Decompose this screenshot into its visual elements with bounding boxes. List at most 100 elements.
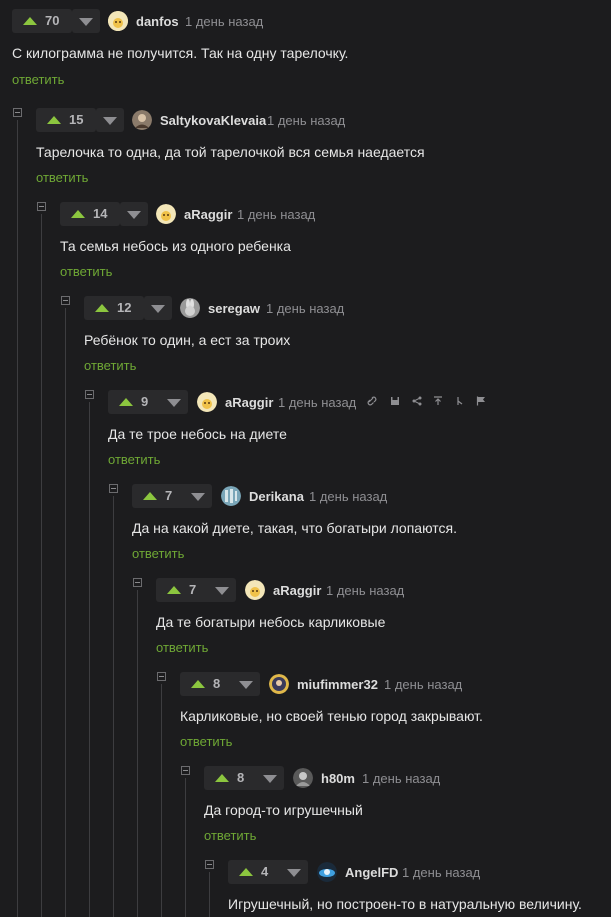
score: 14	[93, 206, 108, 221]
reply-link[interactable]: ответить	[180, 734, 232, 749]
reply-link[interactable]: ответить	[60, 264, 112, 279]
collapse-toggle[interactable]	[181, 766, 190, 775]
timestamp: 1 день назад	[362, 771, 441, 786]
username[interactable]: Derikana	[249, 489, 304, 504]
comment-text: Карликовые, но своей тенью город закрыва…	[180, 708, 483, 724]
upvote-arrow-icon[interactable]	[239, 868, 253, 876]
score: 9	[141, 394, 149, 409]
upvote-control: 8	[180, 672, 240, 696]
downvote-button[interactable]	[232, 672, 260, 696]
upvote-arrow-icon[interactable]	[119, 398, 133, 406]
share-icon[interactable]	[412, 396, 422, 406]
upvote-arrow-icon[interactable]	[47, 116, 61, 124]
avatar[interactable]	[293, 768, 313, 788]
upvote-arrow-icon[interactable]	[95, 304, 109, 312]
timestamp: 1 день назад	[266, 301, 345, 316]
collapse-toggle[interactable]	[85, 390, 94, 399]
collapse-toggle[interactable]	[61, 296, 70, 305]
timestamp: 1 день назад	[185, 14, 264, 29]
username[interactable]: aRaggir	[225, 395, 273, 410]
thread-line	[161, 684, 162, 917]
save-icon[interactable]	[390, 396, 400, 406]
upvote-control: 70	[12, 9, 72, 33]
avatar[interactable]	[221, 486, 241, 506]
avatar[interactable]	[156, 204, 176, 224]
thread-line	[185, 778, 186, 917]
upvote-control: 4	[228, 860, 288, 884]
downvote-button[interactable]	[120, 202, 148, 226]
collapse-toggle[interactable]	[205, 860, 214, 869]
comment-text: Тарелочка то одна, да той тарелочкой вся…	[36, 144, 425, 160]
thread-line	[209, 872, 210, 917]
collapse-toggle[interactable]	[109, 484, 118, 493]
collapse-toggle[interactable]	[133, 578, 142, 587]
upvote-arrow-icon[interactable]	[191, 680, 205, 688]
upvote-control: 7	[132, 484, 192, 508]
username[interactable]: h80m	[321, 771, 355, 786]
downvote-button[interactable]	[160, 390, 188, 414]
collapse-toggle[interactable]	[13, 108, 22, 117]
downvote-button[interactable]	[96, 108, 124, 132]
comment-text: Ребёнок то один, а ест за троих	[84, 332, 291, 348]
upvote-arrow-icon[interactable]	[71, 210, 85, 218]
comment-text: Игрушечный, но построен-то в натуральную…	[228, 896, 582, 912]
comment-text: С килограмма не получится. Так на одну т…	[12, 45, 349, 61]
timestamp: 1 день назад	[402, 865, 481, 880]
downvote-button[interactable]	[256, 766, 284, 790]
thread-line	[89, 402, 90, 917]
upvote-control: 14	[60, 202, 120, 226]
username[interactable]: aRaggir	[184, 207, 232, 222]
reply-link[interactable]: ответить	[132, 546, 184, 561]
avatar[interactable]	[269, 674, 289, 694]
avatar[interactable]	[317, 862, 337, 882]
link-icon[interactable]	[367, 396, 377, 406]
username[interactable]: AngelFD	[345, 865, 398, 880]
score: 4	[261, 864, 269, 879]
score: 7	[165, 488, 173, 503]
avatar[interactable]	[245, 580, 265, 600]
downvote-button[interactable]	[144, 296, 172, 320]
score: 8	[213, 676, 221, 691]
downvote-button[interactable]	[208, 578, 236, 602]
timestamp: 1 день назад	[326, 583, 405, 598]
report-flag-icon[interactable]	[476, 396, 486, 406]
downvote-button[interactable]	[280, 860, 308, 884]
downvote-button[interactable]	[184, 484, 212, 508]
timestamp: 1 день назад	[309, 489, 388, 504]
downvote-button[interactable]	[72, 9, 100, 33]
username[interactable]: seregaw	[208, 301, 260, 316]
thread-line	[17, 120, 18, 917]
comment-text: Да те трое небось на диете	[108, 426, 287, 442]
username[interactable]: SaltykovaKlevaia	[160, 113, 266, 128]
timestamp: 1 день назад	[278, 395, 357, 410]
branch-icon[interactable]	[455, 396, 465, 406]
upvote-arrow-icon[interactable]	[215, 774, 229, 782]
avatar[interactable]	[108, 11, 128, 31]
score: 70	[45, 13, 60, 28]
timestamp: 1 день назад	[384, 677, 463, 692]
comment-text: Да город-то игрушечный	[204, 802, 363, 818]
username[interactable]: miufimmer32	[297, 677, 378, 692]
reply-link[interactable]: ответить	[108, 452, 160, 467]
username[interactable]: aRaggir	[273, 583, 321, 598]
reply-link[interactable]: ответить	[156, 640, 208, 655]
collapse-toggle[interactable]	[37, 202, 46, 211]
upvote-arrow-icon[interactable]	[143, 492, 157, 500]
comment-text: Да те богатыри небось карликовые	[156, 614, 386, 630]
collapse-toggle[interactable]	[157, 672, 166, 681]
avatar[interactable]	[132, 110, 152, 130]
scroll-to-parent-icon[interactable]	[433, 396, 443, 406]
upvote-arrow-icon[interactable]	[23, 17, 37, 25]
upvote-control: 9	[108, 390, 168, 414]
reply-link[interactable]: ответить	[36, 170, 88, 185]
avatar[interactable]	[197, 392, 217, 412]
avatar[interactable]	[180, 298, 200, 318]
upvote-arrow-icon[interactable]	[167, 586, 181, 594]
reply-link[interactable]: ответить	[12, 72, 64, 87]
upvote-control: 7	[156, 578, 216, 602]
reply-link[interactable]: ответить	[204, 828, 256, 843]
timestamp: 1 день назад	[267, 113, 346, 128]
comment-text: Да на какой диете, такая, что богатыри л…	[132, 520, 457, 536]
username[interactable]: danfos	[136, 14, 179, 29]
reply-link[interactable]: ответить	[84, 358, 136, 373]
